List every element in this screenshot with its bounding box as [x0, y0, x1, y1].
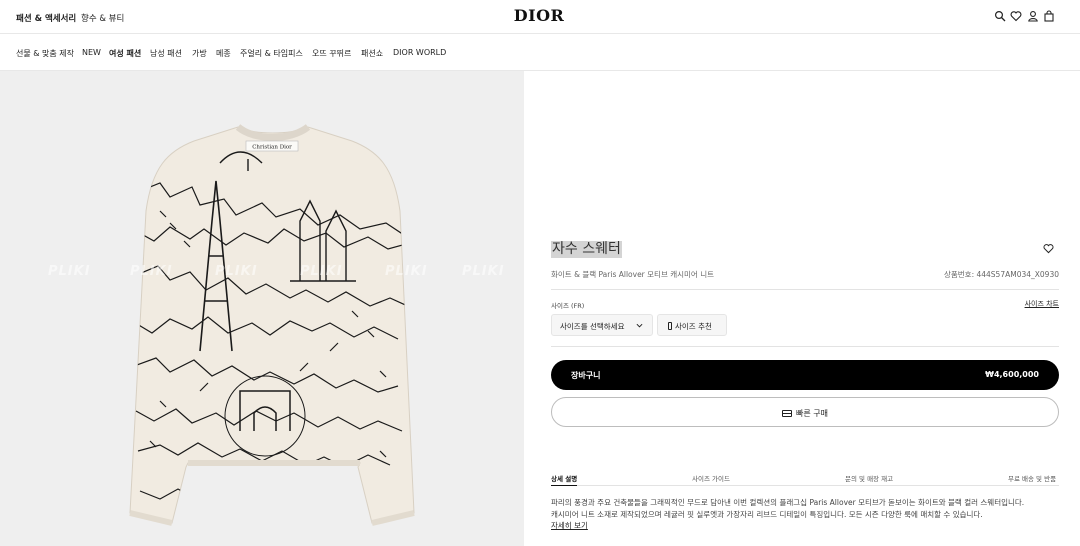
nav-item-womens[interactable]: 여성 패션: [109, 48, 141, 59]
read-more-link[interactable]: 자세히 보기: [551, 520, 588, 531]
price: ₩4,600,000: [985, 370, 1039, 379]
watermark-text: PLIKI: [300, 264, 343, 279]
watermark-text: PLIKI: [215, 264, 258, 279]
chevron-down-icon: [636, 323, 643, 328]
sweater-label-text: Christian Dior: [252, 145, 292, 151]
nav-item-dior-world[interactable]: DIOR WORLD: [393, 48, 446, 57]
product-reference: 상품번호: 444S57AM034_X0930: [943, 270, 1059, 279]
product-description: 파리의 풍경과 주요 건축물들을 그래픽적인 무드로 담아낸 이번 컬렉션의 플…: [551, 497, 1061, 521]
tab-details[interactable]: 상세 설명: [551, 473, 577, 483]
heart-icon[interactable]: [1010, 10, 1022, 22]
nav-item-bags[interactable]: 가방: [192, 48, 207, 59]
cart-label: 장바구니: [571, 371, 601, 380]
size-select[interactable]: 사이즈를 선택하세요: [551, 314, 653, 336]
watermark-text: PLIKI: [462, 264, 505, 279]
nav-item-jewelry[interactable]: 주얼리 & 타임피스: [240, 48, 303, 59]
product-image-gallery[interactable]: Christian Dior PLIKI PLIKI PLIKI PLIKI P…: [0, 71, 524, 546]
header-link-beauty[interactable]: 향수 & 뷰티: [81, 12, 124, 24]
watermark-text: PLIKI: [130, 264, 173, 279]
description-line: 파리의 풍경과 주요 건축물들을 그래픽적인 무드로 담아낸 이번 컬렉션의 플…: [551, 498, 1025, 507]
size-recommend-button[interactable]: 사이즈 추천: [657, 314, 727, 336]
product-title: 자수 스웨터: [551, 241, 622, 258]
nav-item-fashion-show[interactable]: 패션쇼: [361, 48, 383, 59]
product-subtitle: 화이트 & 블랙 Paris Allover 모티브 캐시미어 니트: [551, 270, 715, 279]
sweater-image: Christian Dior: [129, 124, 415, 526]
divider: [551, 346, 1059, 347]
search-icon[interactable]: [994, 10, 1006, 22]
nav-item-mens[interactable]: 남성 패션: [150, 48, 182, 59]
credit-card-icon: [782, 410, 792, 417]
product-info-tabs: 상세 설명 사이즈 가이드 문의 및 매장 재고 무료 배송 및 반품: [551, 469, 1059, 486]
tab-inquiry-stock[interactable]: 문의 및 매장 재고: [845, 473, 893, 483]
heart-icon[interactable]: [1043, 243, 1054, 254]
nav-item-couture[interactable]: 오뜨 꾸뛰르: [312, 48, 351, 59]
divider: [551, 289, 1059, 290]
top-header: 패션 & 액세서리 향수 & 뷰티 DIOR: [0, 0, 1080, 34]
quick-buy-button[interactable]: 빠른 구매: [551, 397, 1059, 427]
watermark-text: PLIKI: [48, 264, 91, 279]
watermark-text: PLIKI: [385, 264, 428, 279]
size-chart-link[interactable]: 사이즈 차트: [1025, 299, 1059, 309]
bag-icon[interactable]: [1043, 10, 1055, 22]
dior-logo[interactable]: DIOR: [511, 6, 567, 25]
active-tab-indicator: [551, 485, 577, 486]
tab-shipping-returns[interactable]: 무료 배송 및 반품: [1008, 473, 1056, 483]
nav-item-maison[interactable]: 메종: [216, 48, 231, 59]
quick-buy-label: 빠른 구매: [796, 409, 828, 418]
phone-icon: [668, 322, 672, 330]
user-icon[interactable]: [1027, 10, 1039, 22]
size-select-placeholder: 사이즈를 선택하세요: [560, 322, 625, 331]
main-nav: 선물 & 맞춤 제작 NEW 여성 패션 남성 패션 가방 메종 주얼리 & 타…: [0, 34, 1080, 71]
description-line: 캐시미어 니트 소재로 제작되었으며 레귤러 핏 실루엣과 가장자리 리브드 디…: [551, 510, 983, 519]
size-label: 사이즈 (FR): [551, 302, 585, 310]
nav-item-new[interactable]: NEW: [82, 48, 101, 57]
header-link-fashion[interactable]: 패션 & 액세서리: [16, 12, 76, 24]
size-recommend-label: 사이즈 추천: [675, 322, 712, 331]
nav-item-gifts[interactable]: 선물 & 맞춤 제작: [16, 48, 74, 59]
add-to-cart-button[interactable]: 장바구니 ₩4,600,000: [551, 360, 1059, 390]
tab-size-guide[interactable]: 사이즈 가이드: [692, 473, 730, 483]
